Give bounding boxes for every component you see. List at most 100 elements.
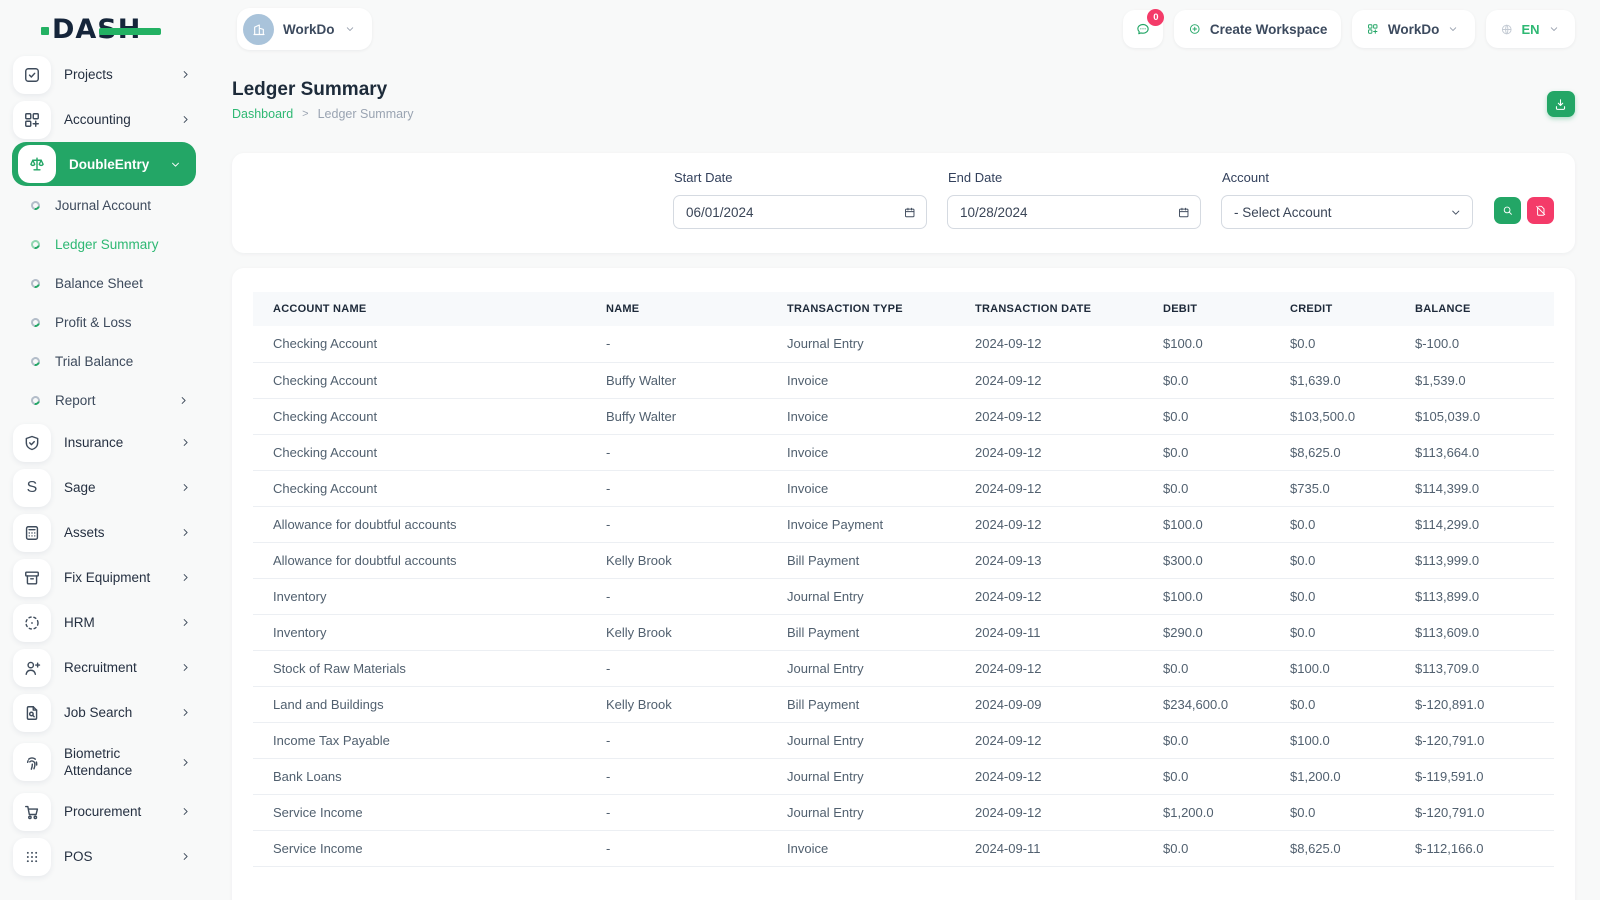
cart-icon — [13, 793, 51, 831]
breadcrumb-current: Ledger Summary — [318, 107, 414, 121]
globe-icon — [1500, 20, 1514, 39]
sidebar-item-label: Procurement — [64, 803, 179, 820]
cell-name: - — [586, 758, 767, 794]
cell-balance: $113,899.0 — [1395, 578, 1554, 614]
topbar-actions: 0 Create Workspace WorkDo EN — [1123, 10, 1575, 48]
search-button[interactable] — [1494, 197, 1521, 224]
check-square-icon — [13, 56, 51, 94]
sidebar-item-projects[interactable]: Projects — [0, 52, 212, 97]
sidebar-subitem-trial-balance[interactable]: Trial Balance — [0, 342, 212, 381]
end-date-label: End Date — [948, 170, 1002, 185]
create-workspace-button[interactable]: Create Workspace — [1174, 10, 1341, 48]
file-search-icon — [13, 694, 51, 732]
cell-transaction-type: Invoice — [767, 830, 955, 866]
cell-debit: $0.0 — [1143, 434, 1270, 470]
chevron-right-icon — [179, 756, 192, 769]
cell-transaction-date: 2024-09-11 — [955, 830, 1143, 866]
sidebar-item-pos[interactable]: POS — [0, 834, 212, 879]
col-header-balance: BALANCE — [1395, 292, 1554, 326]
cell-name: - — [586, 434, 767, 470]
sidebar-item-insurance[interactable]: Insurance — [0, 420, 212, 465]
start-date-value: 06/01/2024 — [686, 205, 754, 220]
table-row: Checking AccountBuffy WalterInvoice2024-… — [253, 362, 1554, 398]
cell-credit: $0.0 — [1270, 794, 1395, 830]
cell-balance: $114,399.0 — [1395, 470, 1554, 506]
cell-account-name: Checking Account — [253, 362, 586, 398]
building-icon — [251, 21, 267, 38]
cell-debit: $0.0 — [1143, 362, 1270, 398]
cell-transaction-date: 2024-09-12 — [955, 434, 1143, 470]
calculator-icon — [13, 514, 51, 552]
cell-name: Kelly Brook — [586, 686, 767, 722]
sidebar-item-procurement[interactable]: Procurement — [0, 789, 212, 834]
cell-balance: $-120,791.0 — [1395, 794, 1554, 830]
cell-transaction-type: Bill Payment — [767, 542, 955, 578]
col-header-transaction-date: TRANSACTION DATE — [955, 292, 1143, 326]
cell-credit: $0.0 — [1270, 326, 1395, 362]
account-select[interactable]: - Select Account — [1221, 195, 1473, 229]
cell-debit: $234,600.0 — [1143, 686, 1270, 722]
cell-transaction-type: Journal Entry — [767, 758, 955, 794]
sidebar-subitem-report[interactable]: Report — [0, 381, 212, 420]
cell-balance: $113,709.0 — [1395, 650, 1554, 686]
table-header: ACCOUNT NAMENAMETRANSACTION TYPETRANSACT… — [253, 292, 1554, 326]
sidebar-item-hrm[interactable]: HRM — [0, 600, 212, 645]
sidebar-subitem-ledger-summary[interactable]: Ledger Summary — [0, 225, 212, 264]
account-label: Account — [1222, 170, 1269, 185]
sidebar-item-doubleentry[interactable]: DoubleEntry — [12, 142, 196, 186]
cell-credit: $0.0 — [1270, 578, 1395, 614]
cell-credit: $100.0 — [1270, 650, 1395, 686]
app-logo[interactable]: DASH — [52, 14, 172, 48]
end-date-input[interactable]: 10/28/2024 — [947, 195, 1201, 229]
workspace-switcher[interactable]: WorkDo — [237, 8, 372, 50]
table-row: Service Income-Invoice2024-09-11$0.0$8,6… — [253, 830, 1554, 866]
cell-transaction-date: 2024-09-12 — [955, 326, 1143, 362]
chevron-right-icon — [179, 436, 192, 449]
sidebar-item-assets[interactable]: Assets — [0, 510, 212, 555]
workspace-menu-button[interactable]: WorkDo — [1352, 10, 1475, 48]
sidebar-item-sage[interactable]: SSage — [0, 465, 212, 510]
table-row: InventoryKelly BrookBill Payment2024-09-… — [253, 614, 1554, 650]
bullet-icon — [29, 355, 41, 367]
download-button[interactable] — [1547, 91, 1575, 117]
chevron-down-icon — [1548, 23, 1562, 35]
sidebar-item-label: Fix Equipment — [64, 569, 179, 586]
sidebar-item-fix-equipment[interactable]: Fix Equipment — [0, 555, 212, 600]
cell-transaction-date: 2024-09-12 — [955, 794, 1143, 830]
sidebar-item-label: Sage — [64, 479, 179, 496]
cell-transaction-date: 2024-09-12 — [955, 470, 1143, 506]
end-date-value: 10/28/2024 — [960, 205, 1028, 220]
sidebar-subitem-journal-account[interactable]: Journal Account — [0, 186, 212, 225]
user-plus-icon — [13, 649, 51, 687]
sidebar-item-label: DoubleEntry — [69, 156, 169, 173]
sidebar-subitem-balance-sheet[interactable]: Balance Sheet — [0, 264, 212, 303]
workspace-menu-label: WorkDo — [1388, 22, 1440, 37]
workspace-switcher-label: WorkDo — [283, 22, 335, 37]
table-row: Checking Account-Invoice2024-09-12$0.0$8… — [253, 434, 1554, 470]
sidebar-item-label: Insurance — [64, 434, 179, 451]
cell-account-name: Allowance for doubtful accounts — [253, 542, 586, 578]
sidebar-item-recruitment[interactable]: Recruitment — [0, 645, 212, 690]
bullet-icon — [29, 394, 41, 406]
sidebar-item-biometric-attendance[interactable]: Biometric Attendance — [0, 735, 212, 789]
messages-button[interactable]: 0 — [1123, 10, 1163, 48]
cell-debit: $100.0 — [1143, 326, 1270, 362]
cell-transaction-date: 2024-09-12 — [955, 758, 1143, 794]
sidebar-subitem-profit-loss[interactable]: Profit & Loss — [0, 303, 212, 342]
fingerprint-icon — [13, 743, 51, 781]
reset-filter-button[interactable] — [1527, 197, 1554, 224]
table-row: Inventory-Journal Entry2024-09-12$100.0$… — [253, 578, 1554, 614]
cell-name: - — [586, 470, 767, 506]
language-selector[interactable]: EN — [1486, 10, 1575, 48]
chevron-right-icon — [179, 571, 192, 584]
chevron-right-icon — [179, 661, 192, 674]
sidebar-subitem-label: Profit & Loss — [55, 315, 190, 330]
cell-name: - — [586, 794, 767, 830]
start-date-input[interactable]: 06/01/2024 — [673, 195, 927, 229]
start-date-label: Start Date — [674, 170, 733, 185]
sidebar-item-job-search[interactable]: Job Search — [0, 690, 212, 735]
sidebar-item-accounting[interactable]: Accounting — [0, 97, 212, 142]
cell-name: - — [586, 326, 767, 362]
breadcrumb-dashboard-link[interactable]: Dashboard — [232, 107, 293, 121]
cell-credit: $0.0 — [1270, 542, 1395, 578]
